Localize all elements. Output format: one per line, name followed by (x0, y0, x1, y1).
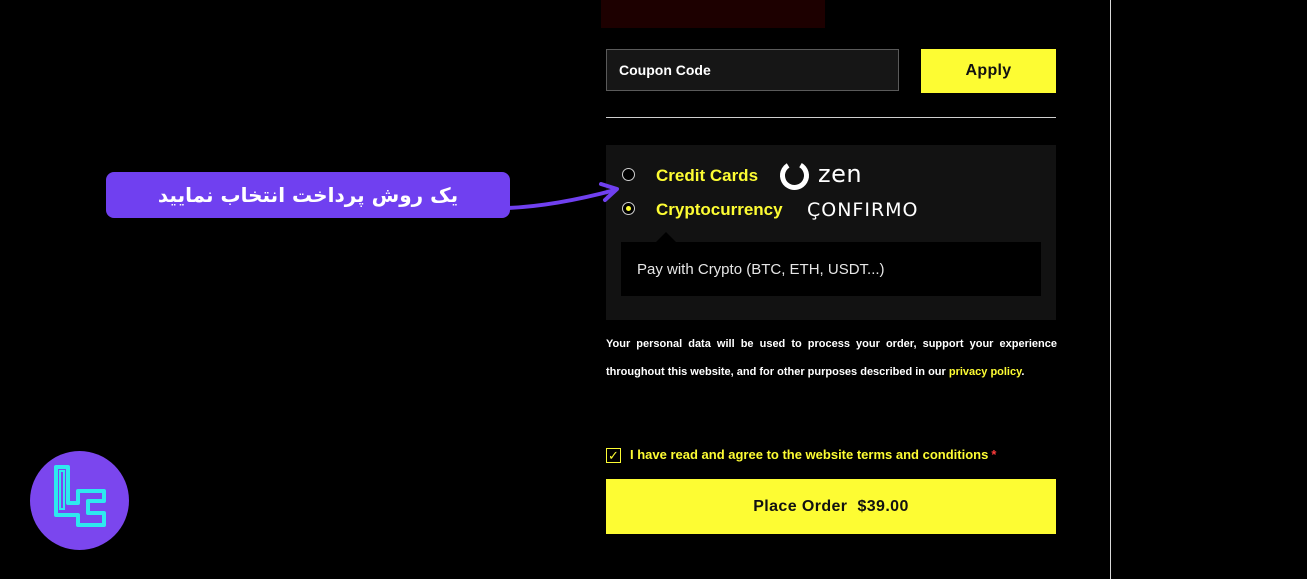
page-divider-line (1110, 0, 1111, 579)
crypto-description: Pay with Crypto (BTC, ETH, USDT...) (621, 242, 1041, 296)
callout-arrow-icon (506, 182, 619, 210)
checkmark-icon: ✓ (608, 448, 619, 463)
privacy-policy-link[interactable]: privacy policy (949, 366, 1022, 378)
watermark-logo-icon (30, 451, 129, 550)
top-bar-remnant (601, 0, 825, 28)
terms-checkbox[interactable]: ✓ (606, 448, 621, 463)
zen-logo-icon (780, 161, 809, 190)
place-order-button[interactable]: Place Order $39.00 (606, 479, 1056, 534)
confirmo-brand-text: ÇONFIRMO (807, 199, 919, 221)
order-price: $39.00 (857, 497, 909, 515)
credit-cards-label[interactable]: Credit Cards (656, 166, 758, 186)
section-divider (606, 117, 1056, 118)
terms-label[interactable]: I have read and agree to the website ter… (630, 447, 996, 462)
cryptocurrency-label[interactable]: Cryptocurrency (656, 200, 783, 220)
terms-label-text: I have read and agree to the website ter… (630, 447, 989, 462)
required-asterisk: * (991, 447, 997, 462)
apply-coupon-button[interactable]: Apply (921, 49, 1056, 93)
instruction-callout: یک روش پرداخت انتخاب نمایید (106, 172, 510, 218)
privacy-end: . (1021, 366, 1025, 378)
privacy-notice: Your personal data will be used to proce… (606, 330, 1057, 386)
coupon-code-input[interactable] (606, 49, 899, 91)
place-order-label: Place Order (753, 497, 848, 515)
zen-brand-text: zen (818, 160, 863, 188)
